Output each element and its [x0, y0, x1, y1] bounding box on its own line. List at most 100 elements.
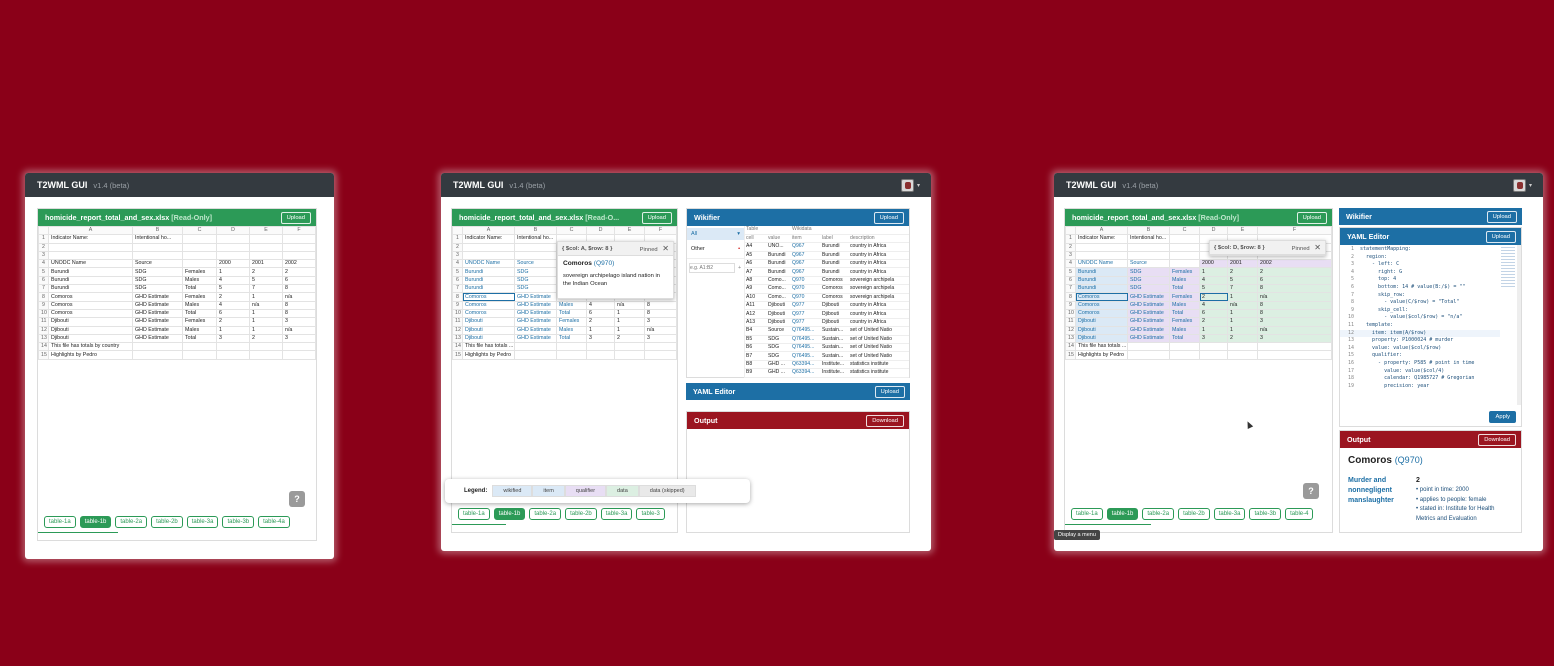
sheet-cell[interactable]: 2001	[1227, 259, 1258, 269]
sheet-tab[interactable]: table-3	[636, 508, 665, 520]
code-line[interactable]: 5 top: 4	[1340, 276, 1500, 284]
sheet-cell[interactable]: 8	[1257, 284, 1332, 294]
sheet-cell[interactable]	[1075, 242, 1128, 252]
sheet-tab[interactable]: table-3b	[1249, 508, 1282, 520]
sheet-cell[interactable]	[514, 350, 557, 360]
column-header[interactable]: E	[1227, 225, 1258, 236]
sheet-cell[interactable]	[182, 259, 217, 269]
sheet-cell[interactable]: Source	[132, 259, 183, 269]
sheet-cell[interactable]: 1	[249, 325, 283, 335]
row-number[interactable]: 6	[452, 275, 463, 286]
column-header[interactable]: A	[462, 225, 515, 236]
sheet-cell[interactable]	[1169, 234, 1200, 244]
sheet-tab[interactable]: table-1b	[493, 508, 526, 520]
sheet-cell[interactable]: Females	[1169, 267, 1200, 277]
sheet-cell[interactable]: GHD Estimate	[1127, 317, 1170, 327]
sheet-cell[interactable]: 2	[614, 333, 645, 344]
sheet-cell[interactable]	[1127, 342, 1170, 352]
sheet-cell[interactable]: 8	[644, 300, 677, 310]
sheet-cell[interactable]: Total	[1169, 284, 1200, 294]
download-button[interactable]: Download	[866, 414, 904, 427]
sheet-cell[interactable]	[48, 250, 133, 261]
sheet-cell[interactable]	[1227, 342, 1258, 352]
sheet-cell[interactable]	[1257, 350, 1332, 360]
sheet-cell[interactable]	[1127, 350, 1170, 360]
code-line[interactable]: 13 property: P1000024 # murder	[1340, 337, 1500, 345]
column-header[interactable]: E	[614, 225, 645, 236]
sheet-cell[interactable]	[614, 350, 645, 360]
row-number[interactable]: 11	[38, 317, 49, 327]
sheet-cell[interactable]	[1199, 350, 1228, 360]
sheet-cell[interactable]: Burundi	[1075, 275, 1128, 286]
sheet-cell[interactable]: Total	[182, 284, 217, 294]
sheet-cell[interactable]: GHD Estimate	[132, 317, 183, 327]
upload-table-button[interactable]: Upload	[1296, 211, 1327, 224]
sheet-cell[interactable]	[216, 250, 250, 261]
sheet-cell[interactable]: 2000	[216, 259, 250, 269]
sheet-tab[interactable]: table-3b	[222, 516, 255, 528]
sheet-tab[interactable]: table-3a	[600, 508, 633, 520]
column-header[interactable]: B	[514, 225, 557, 236]
sheet-cell[interactable]	[249, 350, 283, 360]
sheet-cell[interactable]	[282, 250, 316, 261]
sheet-tab[interactable]: table-2b	[151, 516, 183, 528]
column-header[interactable]: B	[132, 225, 183, 236]
cell-search-input[interactable]	[689, 263, 735, 273]
sheet-cell[interactable]: This file has totals ...	[1075, 342, 1128, 352]
sheet-cell[interactable]: Intentional ho...	[132, 234, 183, 244]
row-number[interactable]: 11	[452, 317, 463, 327]
wikifier-row[interactable]: B8 GHD ... Q63394... Institute... statistics…	[745, 360, 909, 370]
row-number[interactable]: 12	[38, 325, 49, 335]
sheet-cell[interactable]: Indicator Name:	[48, 234, 133, 244]
sheet-cell[interactable]: 2002	[282, 259, 316, 269]
sheet-cell[interactable]: 2002	[1257, 259, 1332, 269]
sheet-cell[interactable]: n/a	[282, 292, 316, 302]
row-number[interactable]: 13	[38, 333, 49, 344]
sheet-cell[interactable]: Intentional ho...	[514, 234, 557, 244]
code-line[interactable]: 7 skip_row:	[1340, 292, 1500, 300]
user-avatar-menu[interactable]: ▾	[901, 178, 925, 192]
plus-icon[interactable]: +	[738, 265, 741, 271]
sheet-cell[interactable]	[1199, 342, 1228, 352]
wikifier-cell[interactable]: Q970	[791, 284, 821, 294]
sheet-tab[interactable]: table-2b	[565, 508, 597, 520]
sheet-cell[interactable]: 6	[1199, 308, 1228, 319]
code-line[interactable]: 6 bottom: 14 # value(B:/$) = ""	[1340, 284, 1500, 292]
code-line[interactable]: 4 right: G	[1340, 269, 1500, 277]
sheet-cell[interactable]: SDG	[1127, 275, 1170, 286]
sheet-cell[interactable]: Burundi	[462, 284, 515, 294]
sheet-cell[interactable]: GHD Estimate	[132, 292, 183, 302]
row-number[interactable]: 6	[1065, 275, 1076, 286]
code-line[interactable]: 2 region:	[1340, 254, 1500, 262]
sheet-cell[interactable]: 8	[282, 308, 316, 319]
app-brand[interactable]: T2WML GUI	[1066, 180, 1116, 190]
sheet-cell[interactable]: Males	[556, 325, 587, 335]
sheet-cell[interactable]: 1	[614, 308, 645, 319]
upload-table-button[interactable]: Upload	[280, 211, 311, 224]
sheet-cell[interactable]	[282, 234, 316, 244]
sheet-tab[interactable]: table-2a	[1142, 508, 1175, 520]
wikifier-column-header[interactable]: description	[849, 234, 909, 244]
code-line[interactable]: 14 value: value($col/$row)	[1340, 345, 1500, 353]
sheet-cell[interactable]: n/a	[1257, 325, 1332, 335]
sheet-cell[interactable]: Total	[1169, 308, 1200, 319]
sheet-cell[interactable]: 8	[282, 284, 316, 294]
sheet-cell[interactable]	[182, 242, 217, 252]
sheet-cell[interactable]: 6	[282, 275, 316, 286]
sheet-cell[interactable]	[556, 342, 587, 352]
column-header[interactable]: F	[282, 225, 316, 236]
sheet-cell[interactable]: UNODC Name	[1075, 259, 1128, 269]
code-line[interactable]: 12 item: item(A/$row)	[1340, 329, 1500, 338]
sheet-cell[interactable]: n/a	[1257, 292, 1332, 302]
row-number[interactable]: 10	[38, 308, 49, 319]
tooltip-item-qid[interactable]: (Q970)	[594, 260, 615, 267]
sheet-cell[interactable]: Djibouti	[462, 333, 515, 344]
sheet-cell[interactable]: GHD Estimate	[514, 300, 557, 310]
sheet-cell[interactable]	[132, 350, 183, 360]
code-line[interactable]: 9 skip_cell:	[1340, 307, 1500, 315]
column-header[interactable]: D	[586, 225, 615, 236]
sheet-cell[interactable]	[48, 242, 133, 252]
column-header[interactable]	[452, 225, 463, 236]
wikifier-column-header[interactable]: label	[821, 234, 849, 244]
sheet-cell[interactable]	[282, 350, 316, 360]
